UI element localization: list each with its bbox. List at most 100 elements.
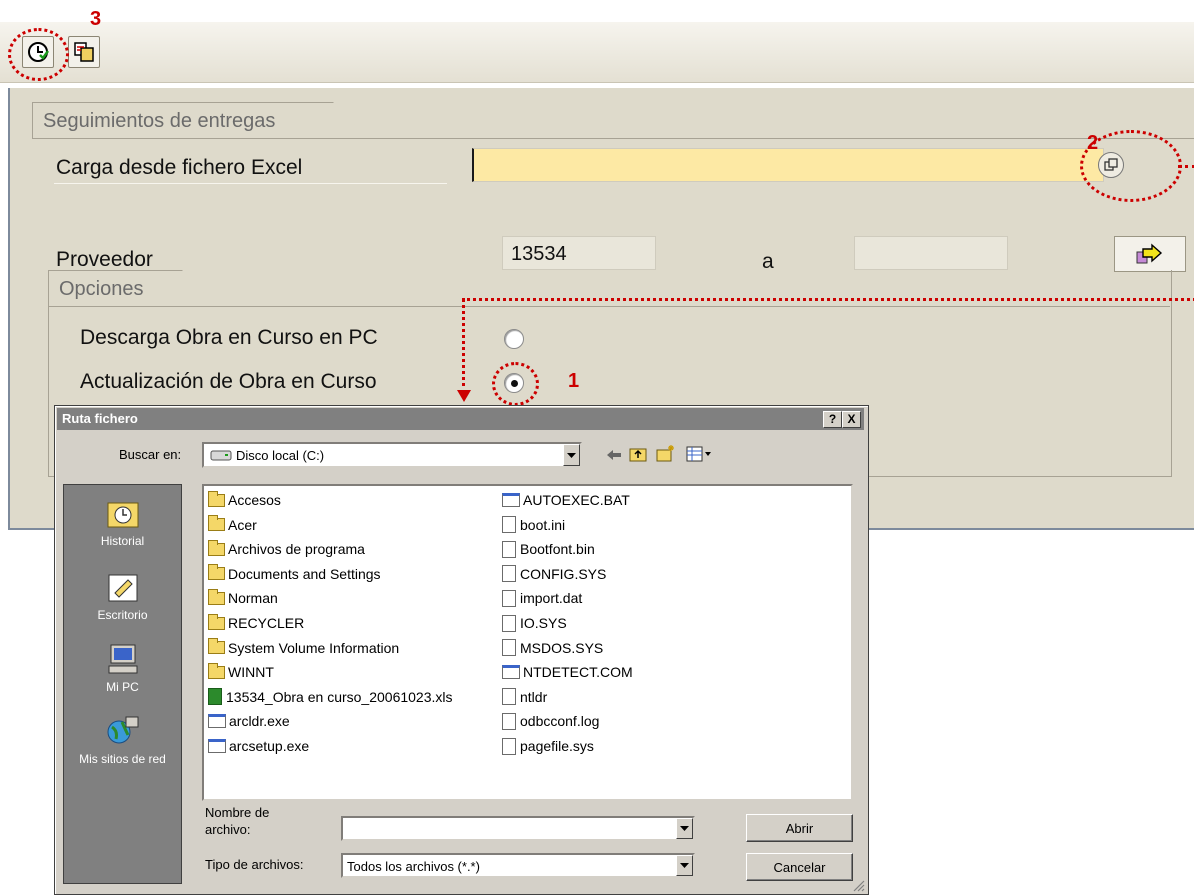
look-in-combo[interactable]: Disco local (C:): [202, 442, 582, 468]
open-button[interactable]: Abrir: [746, 814, 853, 842]
file-name: Acer: [228, 516, 257, 533]
xls-icon: [208, 688, 222, 706]
file-name: boot.ini: [520, 516, 566, 533]
file-list-item[interactable]: ntldr: [502, 687, 547, 707]
file-list-item[interactable]: System Volume Information: [208, 638, 399, 658]
file-list-item[interactable]: Archivos de programa: [208, 539, 365, 559]
place-label: Mis sitios de red: [79, 752, 166, 766]
file-list-item[interactable]: import.dat: [502, 588, 582, 608]
file-list-item[interactable]: RECYCLER: [208, 613, 304, 633]
folder-icon: [208, 588, 225, 605]
filename-combo[interactable]: [341, 816, 695, 841]
file-icon: [502, 688, 516, 706]
label-underline: [54, 183, 447, 184]
group-divider-opciones: [48, 306, 1170, 307]
file-name: Archivos de programa: [228, 541, 365, 558]
dialog-titlebar[interactable]: Ruta fichero ? X: [57, 408, 864, 430]
file-name: RECYCLER: [228, 615, 305, 631]
filetype-dropdown-button[interactable]: [676, 855, 693, 876]
filetype-combo[interactable]: Todos los archivos (*.*): [341, 853, 695, 878]
exe-icon: [208, 714, 226, 729]
file-name: IO.SYS: [520, 615, 567, 631]
chevron-down-icon: [680, 863, 689, 868]
back-arrow-icon[interactable]: [606, 448, 622, 462]
resize-grip-icon[interactable]: [851, 878, 865, 892]
file-name: ntldr: [520, 688, 548, 705]
up-folder-icon[interactable]: [629, 446, 647, 462]
callout-connector-vertical: [462, 298, 465, 394]
place-mis-sitios-de-red[interactable]: Mis sitios de red: [64, 715, 181, 766]
radio-descarga[interactable]: [504, 329, 524, 349]
file-name: 13534_Obra en curso_20061023.xls: [226, 688, 453, 705]
file-name: import.dat: [520, 590, 583, 607]
file-list-item[interactable]: odbcconf.log: [502, 711, 599, 731]
file-list-item[interactable]: arcldr.exe: [208, 711, 290, 731]
folder-icon: [208, 638, 225, 655]
proveedor-label: Proveedor: [56, 248, 153, 271]
file-name: NTDETECT.COM: [523, 664, 633, 681]
exe-icon: [502, 493, 520, 507]
application-toolbar: [0, 22, 1194, 83]
group-divider: [32, 138, 1194, 139]
file-list-item[interactable]: Acer: [208, 515, 257, 535]
hard-drive-icon: [210, 450, 232, 461]
folder-icon: [208, 539, 225, 556]
file-list-item[interactable]: pagefile.sys: [502, 736, 594, 756]
file-list-item[interactable]: MSDOS.SYS: [502, 638, 603, 658]
place-mi-pc[interactable]: Mi PC: [64, 643, 181, 694]
places-bar: Historial Escritorio Mi PC Mis sitios de…: [63, 484, 182, 884]
place-escritorio[interactable]: Escritorio: [64, 571, 181, 622]
file-icon: [502, 737, 516, 755]
exe-icon: [502, 665, 520, 680]
file-list-item[interactable]: Norman: [208, 588, 278, 608]
folder-icon: [208, 613, 225, 630]
filename-label-line2: archivo:: [205, 822, 251, 837]
close-button[interactable]: X: [842, 411, 861, 428]
excel-file-input[interactable]: [472, 148, 1104, 182]
cancel-button[interactable]: Cancelar: [746, 853, 853, 881]
place-historial[interactable]: Historial: [64, 497, 181, 548]
file-list-item[interactable]: boot.ini: [502, 515, 565, 535]
chevron-down-icon: [680, 826, 689, 831]
file-list-item[interactable]: Bootfont.bin: [502, 539, 595, 559]
file-list-item[interactable]: 13534_Obra en curso_20061023.xls: [208, 687, 453, 707]
proveedor-to-input[interactable]: [854, 236, 1008, 270]
callout-number-3: 3: [90, 8, 102, 30]
help-button[interactable]: ?: [823, 411, 842, 428]
file-list-item[interactable]: IO.SYS: [502, 613, 567, 633]
file-name: Norman: [228, 590, 278, 607]
file-list-item[interactable]: NTDETECT.COM: [502, 662, 633, 682]
callout-connector-horizontal: [462, 298, 1194, 301]
place-label: Historial: [100, 534, 145, 548]
filetype-value: Todos los archivos (*.*): [347, 859, 480, 874]
desktop-icon: [108, 574, 137, 602]
file-name: WINNT: [228, 664, 274, 681]
filename-dropdown-button[interactable]: [676, 818, 693, 839]
file-list-item[interactable]: WINNT: [208, 662, 274, 682]
filetype-label: Tipo de archivos:: [205, 857, 304, 872]
option-actualizacion-label: Actualización de Obra en Curso: [80, 370, 377, 393]
multiple-selection-button[interactable]: [1114, 236, 1186, 272]
get-variant-button[interactable]: [68, 36, 100, 68]
file-icon: [502, 614, 516, 632]
look-in-dropdown-button[interactable]: [563, 444, 580, 466]
file-list-item[interactable]: CONFIG.SYS: [502, 564, 606, 584]
folder-icon: [208, 564, 225, 581]
callout-circle-1: [492, 362, 539, 406]
filename-label-line1: Nombre de: [205, 805, 270, 820]
file-icon: [502, 540, 516, 558]
file-list-item[interactable]: Documents and Settings: [208, 564, 381, 584]
view-menu-icon[interactable]: [686, 446, 712, 462]
place-label: Mi PC: [106, 680, 139, 694]
exe-icon: [208, 739, 226, 753]
proveedor-from-input[interactable]: 13534: [502, 236, 656, 270]
chevron-down-icon: [567, 452, 576, 458]
file-icon: [502, 589, 516, 607]
file-list-item[interactable]: arcsetup.exe: [208, 736, 309, 756]
dialog-title: Ruta fichero: [62, 411, 138, 426]
new-folder-icon[interactable]: [656, 444, 676, 462]
file-list-item[interactable]: Accesos: [208, 490, 281, 510]
file-list-item[interactable]: AUTOEXEC.BAT: [502, 490, 630, 510]
file-list[interactable]: Accesos Acer Archivos de programa Documents…: [202, 484, 853, 801]
get-variant-icon: [74, 42, 94, 62]
